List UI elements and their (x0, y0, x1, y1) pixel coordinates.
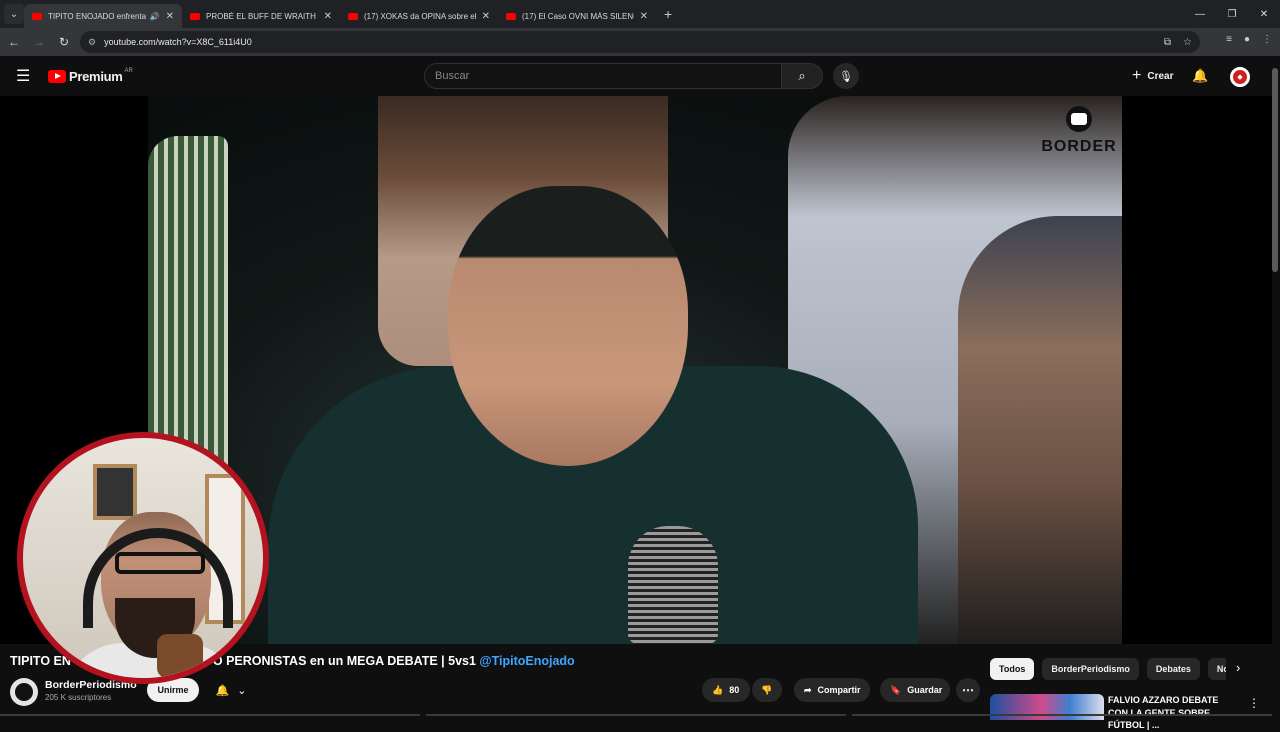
person-back-of-head (958, 216, 1122, 644)
mate-cup (157, 634, 203, 678)
url-text[interactable]: youtube.com/watch?v=X8C_611i4U0 (104, 37, 252, 47)
search-button[interactable]: ⌕ (781, 63, 823, 89)
like-count: 80 (729, 685, 740, 695)
more-vert-icon[interactable]: ⋮ (1248, 696, 1260, 710)
channel-avatar[interactable] (10, 678, 38, 706)
browser-tab-1[interactable]: TIPITO ENOJADO enfrenta a 🔊 ✕ (24, 4, 182, 28)
youtube-favicon-icon (348, 12, 358, 20)
back-icon[interactable]: ← (3, 31, 25, 53)
chip-news[interactable]: Notic (1207, 658, 1226, 680)
microphone-icon: 🎙 (839, 70, 853, 83)
country-code: AR (124, 68, 133, 74)
profile-icon[interactable]: ● (1244, 34, 1250, 45)
avatar-image: ◆ (1233, 70, 1247, 84)
minimize-icon[interactable]: — (1184, 0, 1216, 28)
save-button[interactable]: 🔖 Guardar (880, 678, 950, 702)
bookmark-star-icon[interactable]: ☆ (1183, 37, 1192, 48)
logo-text: Premium (69, 68, 123, 84)
tab-title: (17) XOKAS da OPINA sobre el (364, 11, 476, 21)
wall-picture-frame (93, 464, 137, 520)
browser-tab-3[interactable]: (17) XOKAS da OPINA sobre el ✕ (340, 4, 498, 28)
youtube-header: ☰ Premium AR Buscar ⌕ 🎙 + Crear 🔔 (0, 56, 1280, 96)
voice-search-button[interactable]: 🎙 (833, 63, 859, 89)
close-window-icon[interactable]: ✕ (1248, 0, 1280, 28)
chevron-right-icon[interactable]: › (1236, 660, 1240, 675)
close-tab-icon[interactable]: ✕ (166, 11, 174, 22)
tab-title: (17) El Caso OVNI MÁS SILENCI (522, 11, 634, 21)
youtube-premium-logo[interactable]: Premium AR (48, 68, 133, 84)
share-button[interactable]: ➦ Compartir (794, 678, 870, 702)
watermark-text: BORDER (1041, 138, 1117, 155)
create-label: Crear (1147, 70, 1174, 82)
close-tab-icon[interactable]: ✕ (482, 11, 490, 22)
url-bar[interactable]: ⚙ youtube.com/watch?v=X8C_611i4U0 ⧉ ☆ (80, 31, 1200, 53)
tab-title: TIPITO ENOJADO enfrenta a (48, 11, 146, 21)
notifications-bell-icon[interactable]: 🔔 (1192, 68, 1208, 84)
dislike-button[interactable]: 👎 (752, 678, 782, 702)
thumbs-down-icon: 👎 (761, 684, 773, 695)
search-icon: ⌕ (798, 68, 806, 83)
bell-icon: 🔔 (215, 684, 230, 697)
share-icon: ➦ (804, 684, 812, 695)
browser-tab-2[interactable]: PROBÉ EL BUFF DE WRAITH Y E ✕ (182, 4, 340, 28)
new-tab-icon[interactable]: + (664, 6, 672, 22)
tab-search-menu-icon[interactable]: ⌄ (4, 4, 24, 24)
streamer-webcam-overlay (17, 432, 269, 684)
reload-icon[interactable]: ↻ (53, 31, 75, 53)
media-controls-icon[interactable]: ≡ (1226, 34, 1232, 45)
restore-icon[interactable]: ❐ (1216, 0, 1248, 28)
bookmark-icon: 🔖 (890, 684, 902, 695)
thumbs-up-icon: 👍 (712, 684, 724, 695)
speaker-icon[interactable]: 🔊 (150, 12, 160, 21)
main-speaker-head (448, 186, 688, 466)
more-actions-button[interactable]: ⋯ (956, 678, 980, 702)
sheep-logo-icon (1066, 106, 1092, 132)
plus-icon: + (1132, 67, 1142, 84)
subscription-bell-button[interactable]: 🔔 ⌄ (206, 678, 256, 702)
install-app-icon[interactable]: ⧉ (1164, 37, 1171, 48)
save-label: Guardar (907, 685, 943, 695)
channel-watermark: BORDER (1036, 106, 1122, 166)
person-striped-shirt (148, 136, 228, 466)
browser-tab-bar: ⌄ TIPITO ENOJADO enfrenta a 🔊 ✕ PROBÉ EL… (0, 0, 1280, 28)
forward-icon[interactable]: → (28, 31, 50, 53)
youtube-play-logo-icon (48, 69, 66, 83)
title-end: O PERONISTAS en un MEGA DEBATE | 5vs1 (212, 654, 476, 668)
youtube-favicon-icon (32, 12, 42, 20)
chip-all[interactable]: Todos (990, 658, 1035, 680)
eyeglasses (115, 552, 205, 574)
recommended-video-title[interactable]: FALVIO AZZARO DEBATE CON LA GENTE SOBRE … (1108, 694, 1240, 732)
share-label: Compartir (817, 685, 861, 695)
youtube-favicon-icon (190, 12, 200, 20)
chip-debates[interactable]: Debates (1146, 658, 1200, 680)
browser-menu-icon[interactable]: ⋮ (1262, 34, 1272, 45)
video-frame: BORDER (148, 96, 1122, 644)
search-input[interactable]: Buscar (424, 63, 782, 89)
subscriber-count: 205 K suscriptores (45, 693, 112, 702)
youtube-favicon-icon (506, 12, 516, 20)
close-tab-icon[interactable]: ✕ (640, 11, 648, 22)
hamburger-menu-icon[interactable]: ☰ (16, 66, 34, 86)
studio-microphone (628, 526, 718, 644)
like-button[interactable]: 👍 80 (702, 678, 750, 702)
chevron-down-icon: ⌄ (237, 684, 247, 697)
create-button[interactable]: + Crear (1124, 63, 1181, 89)
title-start: TIPITO EN (10, 654, 71, 668)
loading-placeholders (0, 714, 1272, 716)
chip-channel[interactable]: BorderPeriodismo (1042, 658, 1139, 680)
browser-tab-4[interactable]: (17) El Caso OVNI MÁS SILENCI ✕ (498, 4, 656, 28)
site-info-icon[interactable]: ⚙ (88, 37, 96, 48)
close-tab-icon[interactable]: ✕ (324, 11, 332, 22)
recommended-video-thumbnail[interactable] (990, 694, 1104, 720)
mention-link[interactable]: @TipitoEnojado (479, 654, 574, 668)
account-avatar[interactable]: ◆ (1230, 67, 1250, 87)
address-toolbar: ← → ↻ ⚙ youtube.com/watch?v=X8C_611i4U0 … (0, 28, 1280, 56)
page-scrollbar[interactable] (1272, 68, 1278, 272)
recommendation-chips: Todos BorderPeriodismo Debates Notic (990, 658, 1226, 680)
tab-title: PROBÉ EL BUFF DE WRAITH Y E (206, 11, 318, 21)
